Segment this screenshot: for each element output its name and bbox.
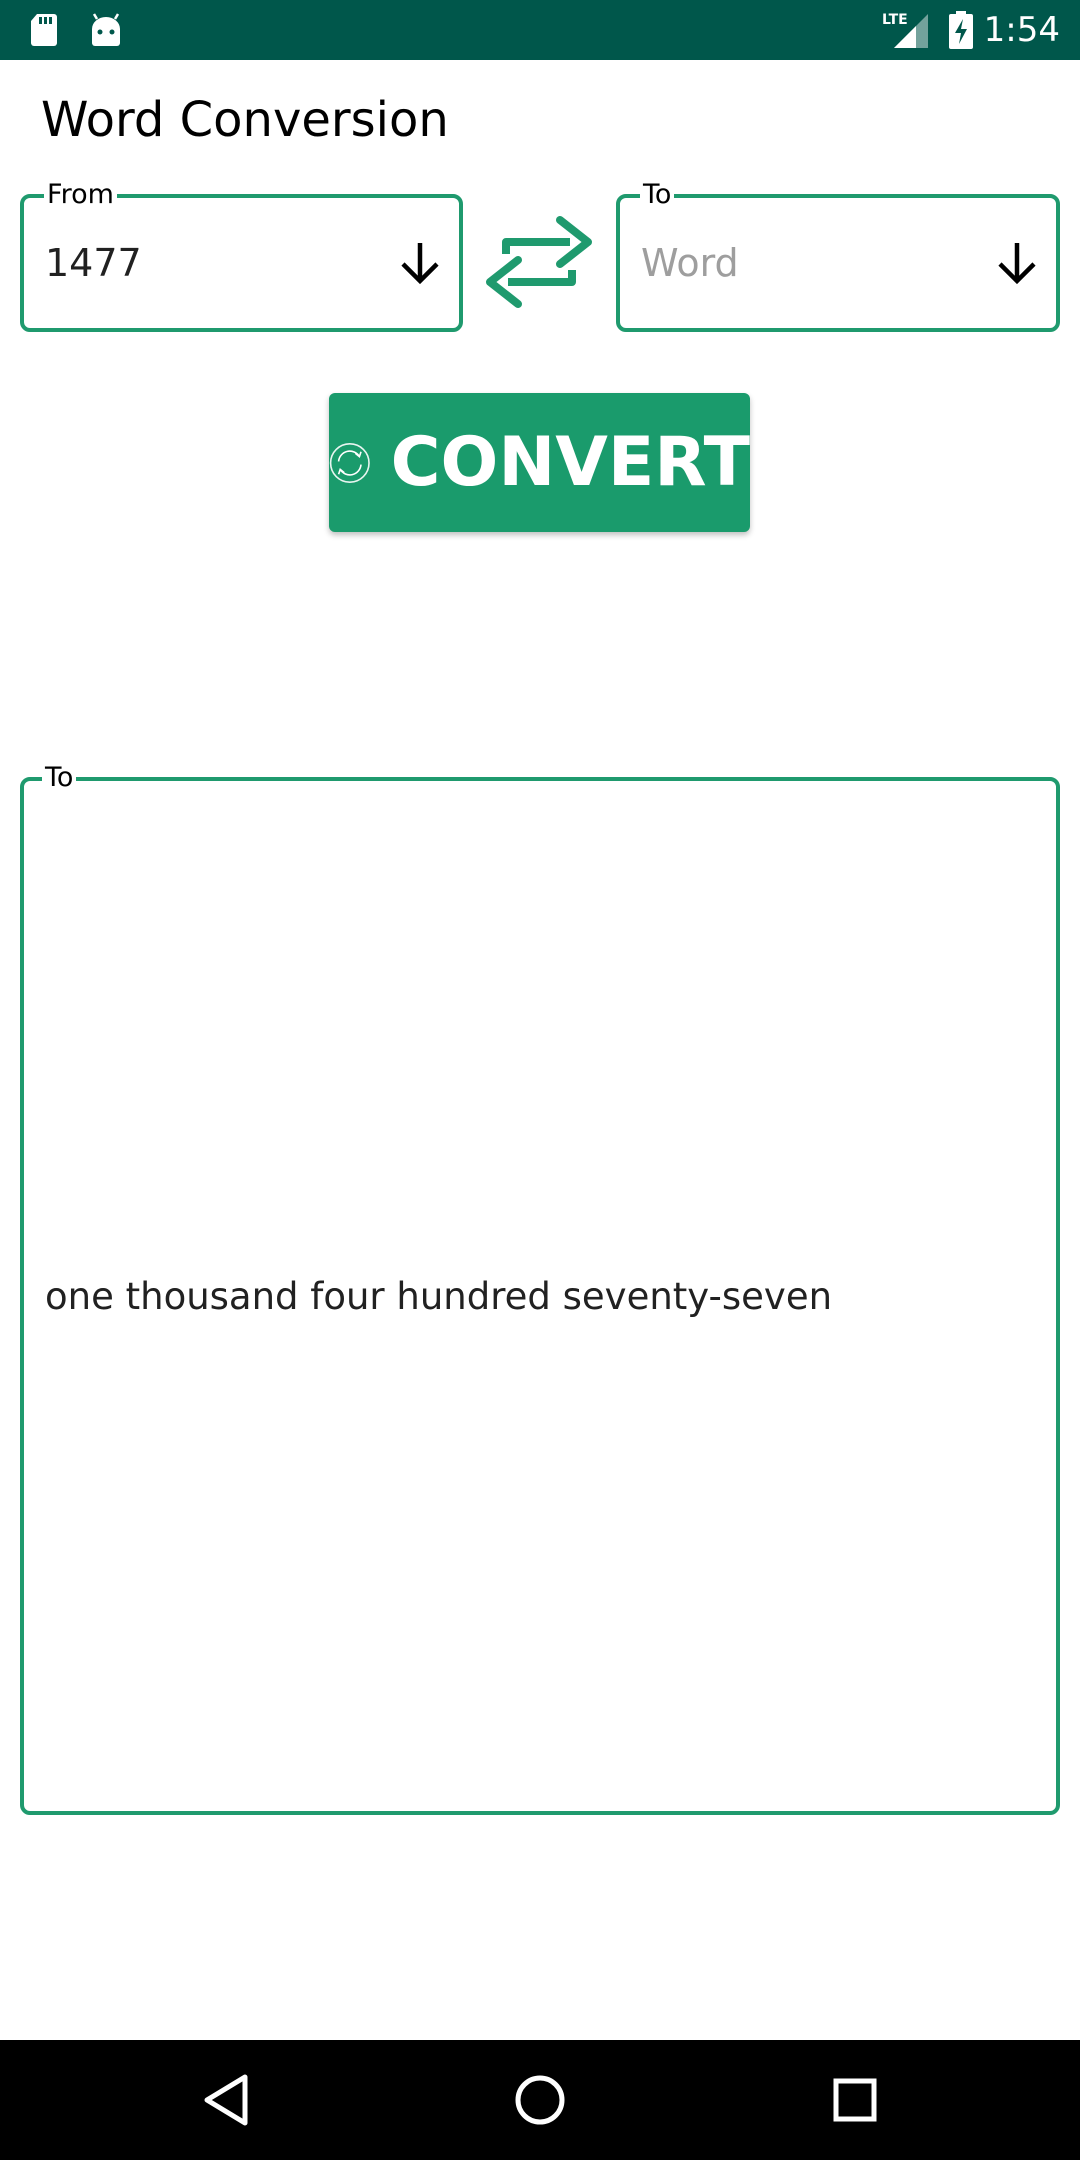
from-value: 1477 <box>45 241 142 285</box>
swap-arrows-icon <box>486 216 592 308</box>
swap-button[interactable] <box>478 212 600 312</box>
status-time: 1:54 <box>983 10 1060 50</box>
result-box: To one thousand four hundred seventy-sev… <box>20 763 1060 1815</box>
back-icon[interactable] <box>166 2040 286 2160</box>
android-icon <box>86 0 126 60</box>
refresh-icon <box>329 442 370 483</box>
arrow-down-icon[interactable] <box>992 238 1042 288</box>
from-dropdown[interactable]: From 1477 <box>20 180 463 332</box>
convert-button[interactable]: CONVERT <box>329 393 750 532</box>
recents-icon[interactable] <box>795 2040 915 2160</box>
convert-label: CONVERT <box>390 423 750 502</box>
network-label: LTE <box>882 12 908 28</box>
result-text: one thousand four hundred seventy-seven <box>45 1274 833 1318</box>
navigation-bar <box>0 2040 1080 2160</box>
page-title: Word Conversion <box>41 92 449 148</box>
status-bar: LTE 1:54 <box>0 0 1080 60</box>
lte-signal-icon: LTE <box>880 0 930 60</box>
arrow-down-icon[interactable] <box>395 238 445 288</box>
battery-charging-icon <box>946 0 976 60</box>
sd-card-icon <box>26 0 62 60</box>
to-placeholder: Word <box>641 241 739 285</box>
to-dropdown[interactable]: To Word <box>616 180 1060 332</box>
home-icon[interactable] <box>480 2040 600 2160</box>
